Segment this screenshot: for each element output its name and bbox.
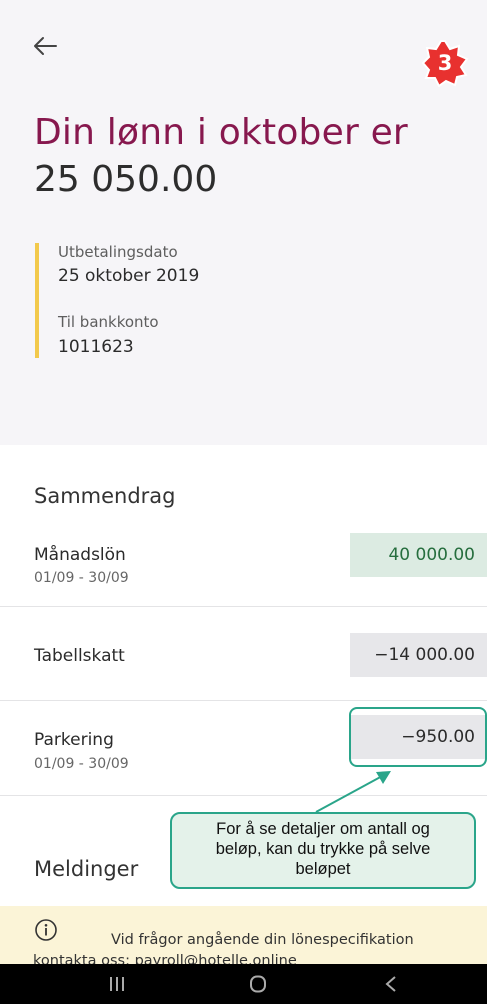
notice-contact: kontakta oss: payroll@hotelle.online: [33, 953, 297, 964]
annotation-callout: For å se detaljer om antall og beløp, ka…: [170, 812, 476, 889]
notice-banner: Vid frågor angående din lönespecifikatio…: [0, 906, 487, 964]
messages-title: Meldinger: [34, 857, 139, 881]
back-chevron-icon[interactable]: [384, 975, 398, 993]
callout-line: beløp, kan du trykke på selve: [215, 840, 431, 858]
recents-icon[interactable]: [108, 976, 126, 992]
callout-line: beløpet: [295, 860, 351, 878]
callout-line: For å se detaljer om antall og: [216, 820, 430, 838]
info-circle-icon: [35, 919, 57, 941]
notice-text: Vid frågor angående din lönespecifikatio…: [111, 932, 414, 948]
system-navigation-bar: [0, 964, 487, 1004]
home-icon[interactable]: [249, 975, 267, 993]
